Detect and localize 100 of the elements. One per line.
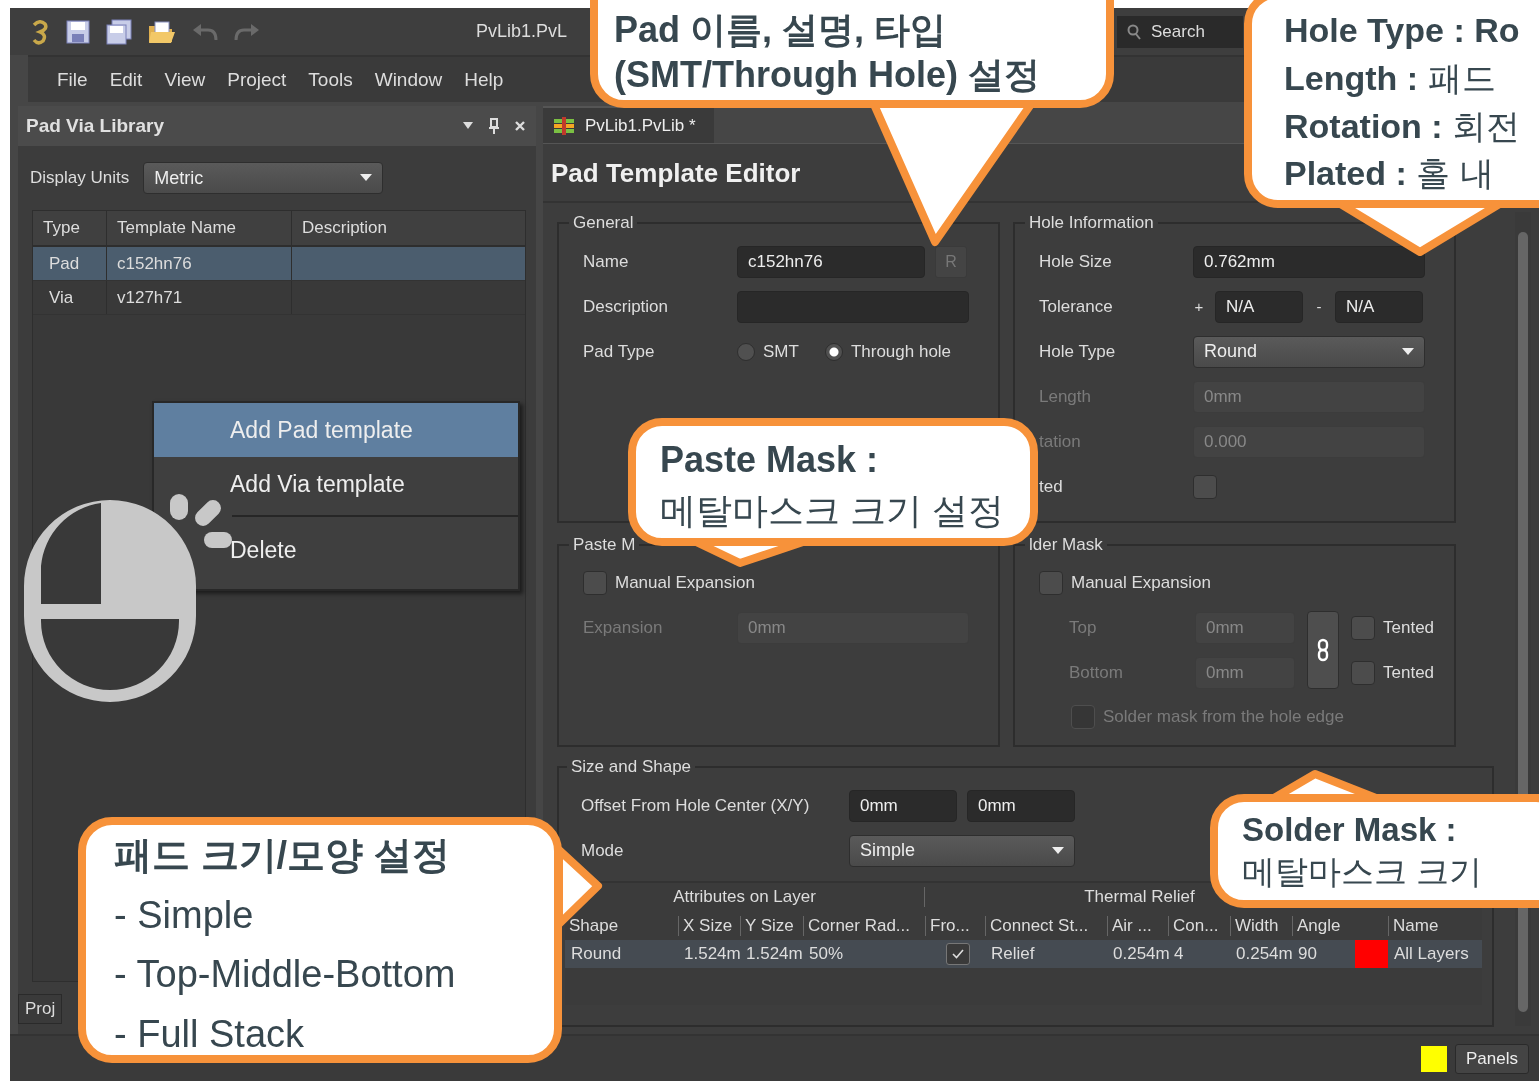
menu-item[interactable]: Add Pad template [154, 403, 518, 457]
search-field[interactable]: Search [1117, 15, 1243, 48]
checkbox[interactable] [946, 943, 970, 965]
caret-icon [1052, 846, 1064, 855]
window-title: PvLib1.PvL [476, 21, 568, 42]
table-cell-text: 4 [1173, 944, 1185, 964]
column-header: Shape [568, 915, 620, 936]
table-row[interactable]: Via v127h71 [33, 281, 525, 315]
callout-text: (SMT/Through Hole) 설정 [614, 53, 1041, 97]
checkbox[interactable] [1351, 615, 1375, 640]
table-cell-text: 50% [808, 944, 845, 964]
table-cell-text: 1.524m [683, 944, 740, 964]
field-label: ted [1039, 476, 1064, 497]
callout-text: Rotation : 회전 [1284, 105, 1522, 147]
save-icon[interactable] [66, 19, 90, 44]
column-header: Fro... [925, 915, 985, 936]
pin-icon[interactable] [488, 118, 500, 134]
callout-text: - Simple [114, 892, 255, 938]
document-tab[interactable]: PvLib1.PvLib * [543, 106, 714, 143]
dropdown[interactable]: Round [1193, 335, 1425, 368]
column-header: Corner Rad... [803, 915, 925, 936]
field-label: tation [1039, 431, 1082, 452]
field-label: Tolerance [1039, 296, 1114, 317]
column-header: Connect St... [985, 915, 1107, 936]
callout-text: 메탈마스크 크기 설정 [660, 489, 1005, 533]
field-label: Hole Type [1039, 341, 1117, 362]
table-cell-text: Round [570, 944, 623, 964]
input-field[interactable]: N/A [1335, 290, 1423, 323]
field-label: Description [583, 296, 670, 317]
radio-button[interactable] [824, 342, 843, 361]
checkbox[interactable] [1351, 660, 1375, 685]
field-label: Mode [581, 840, 625, 861]
table-cell-text: 90 [1297, 944, 1318, 964]
table-cell-text: Pad [48, 252, 81, 275]
checkbox[interactable] [1193, 474, 1217, 499]
callout-text: Solder Mask : [1242, 810, 1458, 850]
folder-icon[interactable] [148, 19, 176, 44]
input-field[interactable]: 0mm [967, 789, 1075, 822]
logo-icon [30, 18, 50, 45]
panel-tab[interactable]: Proj [18, 994, 63, 1024]
callout-text: - Full Stack [114, 1011, 306, 1057]
group-title: lder Mask [1028, 535, 1104, 555]
close-icon[interactable] [514, 120, 526, 132]
menu-item[interactable]: Tools [297, 68, 364, 91]
name-field[interactable]: c152hn76 [737, 245, 925, 278]
radio-label: Through hole [850, 341, 952, 362]
table-cell: v127h71 [106, 281, 291, 314]
callout-text: 패드 크기/모양 설정 [114, 833, 451, 878]
callout-text: Length : 패드 [1284, 57, 1497, 99]
stack-icon [553, 116, 575, 135]
radio-button[interactable] [737, 342, 755, 361]
check-icon [952, 949, 964, 959]
mode-dropdown[interactable]: Simple [849, 834, 1075, 867]
menu-item[interactable]: Window [363, 68, 454, 91]
column-header: Width [1230, 915, 1292, 936]
checkbox[interactable] [583, 571, 607, 595]
checkbox[interactable] [1071, 705, 1095, 729]
minus-sign: - [1315, 298, 1323, 315]
menu-item[interactable]: View [153, 68, 217, 91]
column-header: Air ... [1107, 915, 1168, 936]
input-field[interactable]: 0.762mm [1193, 245, 1425, 278]
menu-item[interactable]: Delete [228, 523, 518, 577]
input-field[interactable]: N/A [1215, 290, 1303, 323]
menu-item[interactable]: Help [453, 68, 515, 91]
display-units-label: Display Units [30, 168, 130, 188]
table-cell: c152hn76 [106, 247, 291, 280]
panel-title: Pad Via Library [26, 115, 165, 137]
units-dropdown[interactable]: Metric [143, 162, 384, 194]
menu-item[interactable]: File [46, 68, 99, 91]
checkbox-label: Tented [1383, 617, 1435, 638]
column-header: Template Name [106, 211, 291, 245]
table-cell-text: 0.254m [1112, 944, 1168, 964]
column-header: Type [42, 217, 81, 239]
column-header: Name [1388, 915, 1486, 936]
plus-sign: + [1193, 298, 1205, 315]
input-field[interactable]: 0mm [849, 789, 957, 822]
caret-icon [1402, 347, 1414, 356]
table-cell-text: Relief [990, 944, 1036, 964]
checkbox[interactable] [1039, 571, 1063, 595]
callout-text: - Top-Middle-Bottom [114, 952, 457, 998]
menu-item[interactable]: Project [216, 68, 298, 91]
panels-button[interactable]: Panels [1455, 1043, 1529, 1074]
link-button[interactable] [1307, 611, 1339, 689]
column-header: Description [291, 211, 525, 245]
checkbox-label: Tented [1383, 662, 1435, 683]
callout-text: Paste Mask : [660, 438, 880, 482]
group-title: Size and Shape [570, 757, 693, 777]
column-header: Y Size [740, 915, 803, 936]
group-title: Hole Information [1028, 213, 1155, 233]
table-cell-text: All Layers [1393, 944, 1470, 964]
dropdown-arrow-icon[interactable] [462, 121, 474, 131]
menu-item[interactable]: Add Via template [228, 457, 518, 511]
table-cell-text: Via [48, 286, 75, 309]
field-label: Pad Type [583, 341, 656, 362]
save-all-icon[interactable] [106, 18, 132, 45]
table-row[interactable]: Pad c152hn76 [33, 247, 525, 281]
field-label: Expansion [583, 617, 664, 638]
field-label: Offset From Hole Center (X/Y) [581, 795, 811, 816]
table-cell-text: 0.254m [1235, 944, 1292, 964]
menu-item[interactable]: Edit [98, 68, 154, 91]
